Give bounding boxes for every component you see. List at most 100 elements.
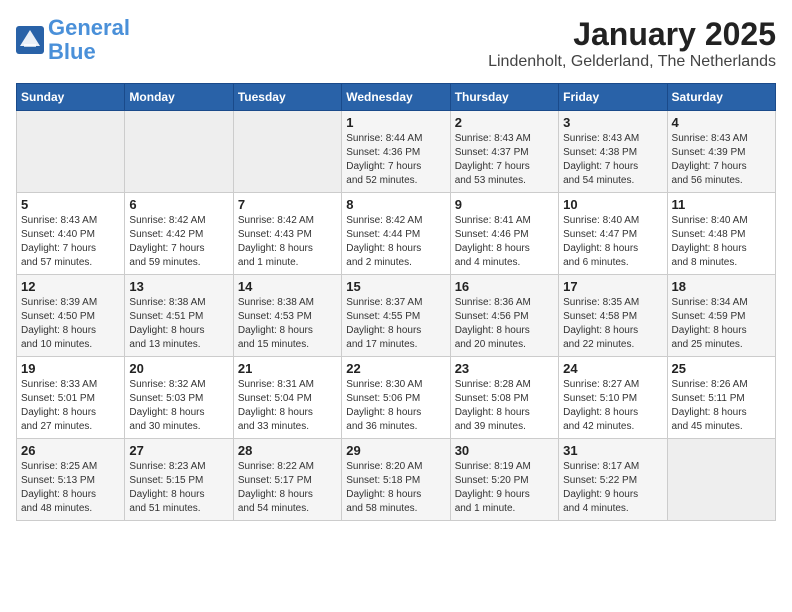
calendar-cell: 25Sunrise: 8:26 AM Sunset: 5:11 PM Dayli… (667, 357, 775, 439)
day-info: Sunrise: 8:33 AM Sunset: 5:01 PM Dayligh… (21, 378, 120, 434)
header-row: SundayMondayTuesdayWednesdayThursdayFrid… (17, 84, 776, 111)
day-number: 12 (21, 279, 120, 294)
day-number: 13 (129, 279, 228, 294)
calendar-cell: 12 Sunrise: 8:39 AM Sunset: 4:50 PM Dayli… (17, 275, 125, 357)
day-info: Sunrise: 8:40 AM Sunset: 4:48 PM Dayligh… (672, 214, 771, 270)
calendar-cell: 4Sunrise: 8:43 AM Sunset: 4:39 PM Daylig… (667, 111, 775, 193)
calendar-cell: 24 Sunrise: 8:27 AM Sunset: 5:10 PM Dayli… (559, 357, 667, 439)
day-number: 1 (346, 115, 445, 130)
day-info: Sunrise: 8:25 AM Sunset: 5:13 PM Dayligh… (21, 460, 120, 516)
day-number: 19 (21, 361, 120, 376)
calendar-cell: 8Sunrise: 8:42 AM Sunset: 4:44 PM Daylig… (342, 193, 450, 275)
day-number: 6 (129, 197, 228, 212)
day-info: Sunrise: 8:42 AM Sunset: 4:42 PM Dayligh… (129, 214, 228, 270)
calendar-cell: 2 Sunrise: 8:43 AM Sunset: 4:37 PM Daylig… (450, 111, 558, 193)
day-number: 9 (455, 197, 554, 212)
day-info: Sunrise: 8:22 AM Sunset: 5:17 PM Dayligh… (238, 460, 337, 516)
day-number: 26 (21, 443, 120, 458)
page-title: January 2025 (488, 16, 776, 53)
day-info: Sunrise: 8:31 AM Sunset: 5:04 PM Dayligh… (238, 378, 337, 434)
logo-icon (16, 26, 44, 54)
title-block: January 2025 Lindenholt, Gelderland, The… (488, 16, 776, 71)
header: General Blue January 2025 Lindenholt, Ge… (16, 16, 776, 71)
week-row-3: 12 Sunrise: 8:39 AM Sunset: 4:50 PM Dayli… (17, 275, 776, 357)
calendar-cell: 15 Sunrise: 8:37 AM Sunset: 4:55 PM Dayli… (342, 275, 450, 357)
calendar-cell: 28 Sunrise: 8:22 AM Sunset: 5:17 PM Dayli… (233, 439, 341, 521)
day-info: Sunrise: 8:43 AM Sunset: 4:37 PM Dayligh… (455, 132, 554, 188)
day-info: Sunrise: 8:37 AM Sunset: 4:55 PM Dayligh… (346, 296, 445, 352)
calendar-cell: 17Sunrise: 8:35 AM Sunset: 4:58 PM Dayli… (559, 275, 667, 357)
day-number: 5 (21, 197, 120, 212)
day-number: 28 (238, 443, 337, 458)
day-number: 2 (455, 115, 554, 130)
logo: General Blue (16, 16, 130, 64)
day-number: 16 (455, 279, 554, 294)
page-subtitle: Lindenholt, Gelderland, The Netherlands (488, 53, 776, 71)
calendar-cell: 29 Sunrise: 8:20 AM Sunset: 5:18 PM Dayli… (342, 439, 450, 521)
col-tuesday: Tuesday (233, 84, 341, 111)
day-number: 11 (672, 197, 771, 212)
week-row-1: 1Sunrise: 8:44 AM Sunset: 4:36 PM Daylig… (17, 111, 776, 193)
calendar-cell: 13Sunrise: 8:38 AM Sunset: 4:51 PM Dayli… (125, 275, 233, 357)
day-number: 30 (455, 443, 554, 458)
logo-general: General (48, 15, 130, 40)
calendar-cell (125, 111, 233, 193)
logo-text: General Blue (48, 16, 130, 64)
calendar-cell: 16 Sunrise: 8:36 AM Sunset: 4:56 PM Dayli… (450, 275, 558, 357)
day-info: Sunrise: 8:23 AM Sunset: 5:15 PM Dayligh… (129, 460, 228, 516)
day-number: 18 (672, 279, 771, 294)
day-number: 14 (238, 279, 337, 294)
day-number: 27 (129, 443, 228, 458)
day-info: Sunrise: 8:27 AM Sunset: 5:10 PM Dayligh… (563, 378, 662, 434)
calendar-cell: 23Sunrise: 8:28 AM Sunset: 5:08 PM Dayli… (450, 357, 558, 439)
calendar-cell: 26 Sunrise: 8:25 AM Sunset: 5:13 PM Dayli… (17, 439, 125, 521)
calendar-body: 1Sunrise: 8:44 AM Sunset: 4:36 PM Daylig… (17, 111, 776, 521)
day-number: 4 (672, 115, 771, 130)
day-number: 20 (129, 361, 228, 376)
week-row-5: 26 Sunrise: 8:25 AM Sunset: 5:13 PM Dayli… (17, 439, 776, 521)
calendar-cell: 3 Sunrise: 8:43 AM Sunset: 4:38 PM Daylig… (559, 111, 667, 193)
day-number: 17 (563, 279, 662, 294)
day-number: 3 (563, 115, 662, 130)
calendar-cell: 14Sunrise: 8:38 AM Sunset: 4:53 PM Dayli… (233, 275, 341, 357)
col-thursday: Thursday (450, 84, 558, 111)
calendar-cell: 19 Sunrise: 8:33 AM Sunset: 5:01 PM Dayli… (17, 357, 125, 439)
calendar-cell (17, 111, 125, 193)
calendar-cell: 10Sunrise: 8:40 AM Sunset: 4:47 PM Dayli… (559, 193, 667, 275)
calendar-cell: 5 Sunrise: 8:43 AM Sunset: 4:40 PM Daylig… (17, 193, 125, 275)
day-number: 31 (563, 443, 662, 458)
day-info: Sunrise: 8:43 AM Sunset: 4:38 PM Dayligh… (563, 132, 662, 188)
calendar-cell: 18Sunrise: 8:34 AM Sunset: 4:59 PM Dayli… (667, 275, 775, 357)
day-info: Sunrise: 8:36 AM Sunset: 4:56 PM Dayligh… (455, 296, 554, 352)
calendar-cell: 7Sunrise: 8:42 AM Sunset: 4:43 PM Daylig… (233, 193, 341, 275)
calendar-cell: 27 Sunrise: 8:23 AM Sunset: 5:15 PM Dayli… (125, 439, 233, 521)
calendar-cell: 1Sunrise: 8:44 AM Sunset: 4:36 PM Daylig… (342, 111, 450, 193)
day-info: Sunrise: 8:43 AM Sunset: 4:40 PM Dayligh… (21, 214, 120, 270)
day-info: Sunrise: 8:39 AM Sunset: 4:50 PM Dayligh… (21, 296, 120, 352)
day-number: 10 (563, 197, 662, 212)
calendar-cell: 31 Sunrise: 8:17 AM Sunset: 5:22 PM Dayli… (559, 439, 667, 521)
day-info: Sunrise: 8:17 AM Sunset: 5:22 PM Dayligh… (563, 460, 662, 516)
day-number: 8 (346, 197, 445, 212)
day-info: Sunrise: 8:26 AM Sunset: 5:11 PM Dayligh… (672, 378, 771, 434)
day-info: Sunrise: 8:30 AM Sunset: 5:06 PM Dayligh… (346, 378, 445, 434)
day-number: 24 (563, 361, 662, 376)
calendar-cell: 30Sunrise: 8:19 AM Sunset: 5:20 PM Dayli… (450, 439, 558, 521)
day-number: 23 (455, 361, 554, 376)
day-number: 7 (238, 197, 337, 212)
col-sunday: Sunday (17, 84, 125, 111)
week-row-4: 19 Sunrise: 8:33 AM Sunset: 5:01 PM Dayli… (17, 357, 776, 439)
day-info: Sunrise: 8:20 AM Sunset: 5:18 PM Dayligh… (346, 460, 445, 516)
calendar-cell: 6 Sunrise: 8:42 AM Sunset: 4:42 PM Daylig… (125, 193, 233, 275)
calendar-cell: 22 Sunrise: 8:30 AM Sunset: 5:06 PM Dayli… (342, 357, 450, 439)
day-number: 22 (346, 361, 445, 376)
calendar-cell: 9Sunrise: 8:41 AM Sunset: 4:46 PM Daylig… (450, 193, 558, 275)
col-friday: Friday (559, 84, 667, 111)
calendar-cell: 21Sunrise: 8:31 AM Sunset: 5:04 PM Dayli… (233, 357, 341, 439)
calendar-table: SundayMondayTuesdayWednesdayThursdayFrid… (16, 83, 776, 521)
day-number: 29 (346, 443, 445, 458)
col-wednesday: Wednesday (342, 84, 450, 111)
calendar-cell: 11 Sunrise: 8:40 AM Sunset: 4:48 PM Dayli… (667, 193, 775, 275)
calendar-cell (667, 439, 775, 521)
day-number: 15 (346, 279, 445, 294)
